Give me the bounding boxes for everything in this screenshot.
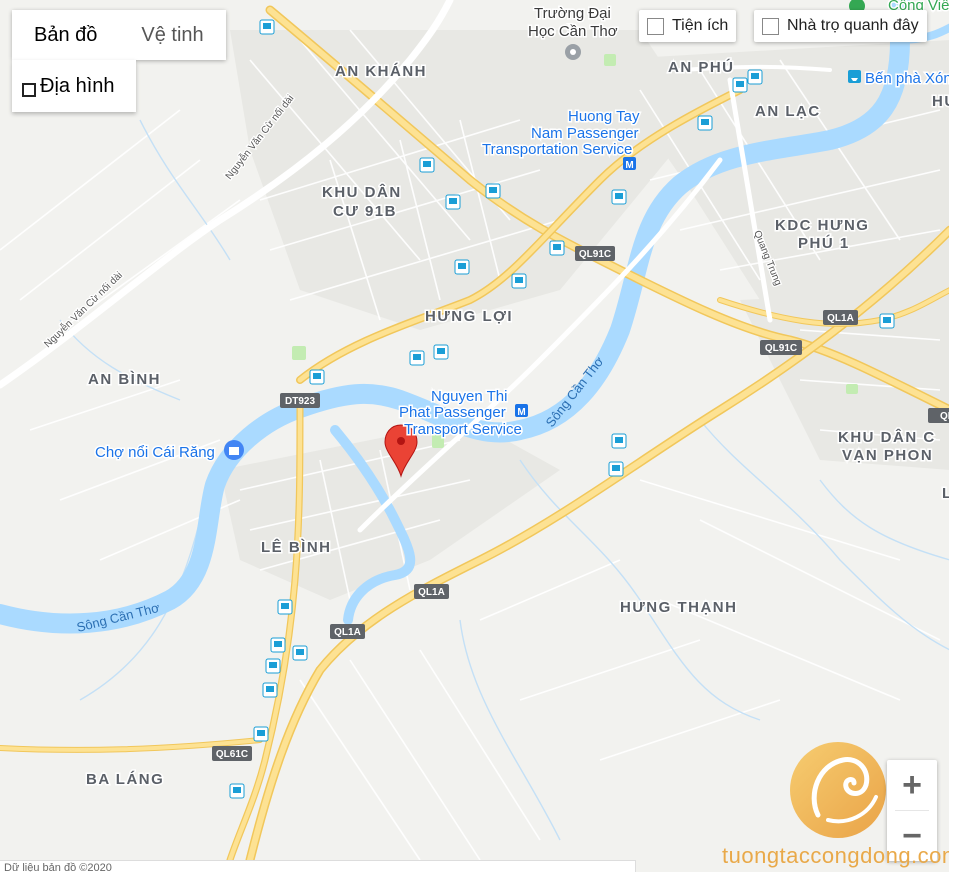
poi-label: Phat Passenger <box>399 404 506 421</box>
poi-label: Chợ nổi Cái Răng <box>95 444 215 461</box>
map-type-control: Bản đồ Vệ tinh <box>12 10 226 60</box>
svg-text:DT923: DT923 <box>285 396 315 407</box>
watermark-text: tuongtaccongdong.com <box>722 843 953 868</box>
svg-text:M: M <box>517 407 525 418</box>
amenities-label: Tiện ích <box>672 17 729 34</box>
bus-stop-icon <box>608 461 624 477</box>
svg-text:QL1A: QL1A <box>827 313 854 324</box>
poi-label: Huong Tay <box>568 108 640 125</box>
svg-text:QL91C: QL91C <box>579 249 611 260</box>
place-label: KHU DÂN <box>322 183 402 201</box>
metro-icon: M <box>623 157 636 171</box>
bus-stop-icon <box>549 240 565 256</box>
place-label: VẠN PHON <box>842 447 933 464</box>
bus-stop-icon <box>409 350 425 366</box>
route-shield-dt923: DT923 <box>280 393 320 408</box>
bus-stop-icon <box>747 69 763 85</box>
bus-stop-icon <box>433 344 449 360</box>
bus-stop-icon <box>511 273 527 289</box>
poi-label: Học Cần Thơ <box>528 23 618 40</box>
svg-text:QL1A: QL1A <box>334 627 361 638</box>
place-label: HƯNG LỢI <box>425 308 513 325</box>
bus-stop-icon <box>292 645 308 661</box>
poi-label: Transportation Service <box>482 141 632 158</box>
bus-stop-icon <box>259 19 275 35</box>
route-shield-ql1a: QL1A <box>330 624 365 639</box>
place-label: AN KHÁNH <box>335 63 427 80</box>
place-label: KHU DÂN C <box>838 428 936 446</box>
bus-stop-icon <box>262 682 278 698</box>
poi-label: Trường Đại <box>534 5 611 22</box>
bus-stop-icon <box>611 433 627 449</box>
bus-stop-icon <box>485 183 501 199</box>
poi-label: Bến phà Xón <box>865 70 952 87</box>
place-label: AN BÌNH <box>88 371 161 388</box>
map-attribution: Dữ liệu bản đồ ©2020 <box>0 860 636 872</box>
route-shield-ql61c: QL61C <box>212 746 252 761</box>
metro-icon: M <box>515 404 528 418</box>
map-edge <box>949 0 953 872</box>
nearby-rooms-label: Nhà trọ quanh đây <box>787 17 919 34</box>
bus-stop-icon <box>253 726 269 742</box>
satellite-view-button[interactable]: Vệ tinh <box>119 10 226 60</box>
svg-text:QL1A: QL1A <box>418 587 445 598</box>
university-pin-icon[interactable] <box>565 44 581 60</box>
bus-stop-icon <box>611 189 627 205</box>
route-shield-ql91c: QL91C <box>575 246 615 261</box>
terrain-option[interactable]: Địa hình <box>12 60 136 112</box>
zoom-in-button[interactable]: + <box>887 760 937 810</box>
place-label: KDC HƯNG <box>775 217 869 234</box>
bus-stop-icon <box>419 157 435 173</box>
map-view-button[interactable]: Bản đồ <box>12 10 120 60</box>
place-label: AN PHÚ <box>668 58 735 76</box>
svg-text:M: M <box>625 160 633 171</box>
svg-text:QL61C: QL61C <box>216 749 248 760</box>
route-shield-ql1a: QL1A <box>823 310 858 325</box>
bus-stop-icon <box>879 313 895 329</box>
watermark-logo <box>790 742 886 838</box>
bus-stop-icon <box>277 599 293 615</box>
place-label: PHÚ 1 <box>798 234 850 252</box>
route-shield-ql91c: QL91C <box>760 340 802 355</box>
place-label: CƯ 91B <box>333 203 397 220</box>
svg-text:QL91C: QL91C <box>765 343 797 354</box>
bus-stop-icon <box>265 658 281 674</box>
bus-stop-icon <box>732 77 748 93</box>
poi-label: Nam Passenger <box>531 125 639 142</box>
place-label: AN LẠC <box>755 103 821 120</box>
poi-label: Nguyen Thi <box>431 388 507 405</box>
ferry-icon[interactable] <box>848 70 861 83</box>
bus-stop-icon <box>445 194 461 210</box>
bus-stop-icon <box>697 115 713 131</box>
nearby-rooms-toggle[interactable]: Nhà trọ quanh đây <box>754 10 927 42</box>
route-shield-ql1a: QL1A <box>414 584 449 599</box>
bus-stop-icon <box>454 259 470 275</box>
bus-stop-icon <box>270 637 286 653</box>
bus-stop-icon <box>229 783 245 799</box>
terrain-checkbox[interactable] <box>22 83 36 97</box>
place-label: LÊ BÌNH <box>261 538 332 556</box>
poi-label: Transport Service <box>404 421 522 438</box>
place-label: HƯNG THẠNH <box>620 599 737 616</box>
terrain-label: Địa hình <box>40 74 115 97</box>
amenities-checkbox[interactable] <box>647 17 664 35</box>
amenities-toggle[interactable]: Tiện ích <box>639 10 737 42</box>
shopping-bag-icon[interactable] <box>224 440 244 460</box>
bus-stop-icon <box>309 369 325 385</box>
place-label: BA LÁNG <box>86 771 164 788</box>
nearby-rooms-checkbox[interactable] <box>762 17 779 35</box>
